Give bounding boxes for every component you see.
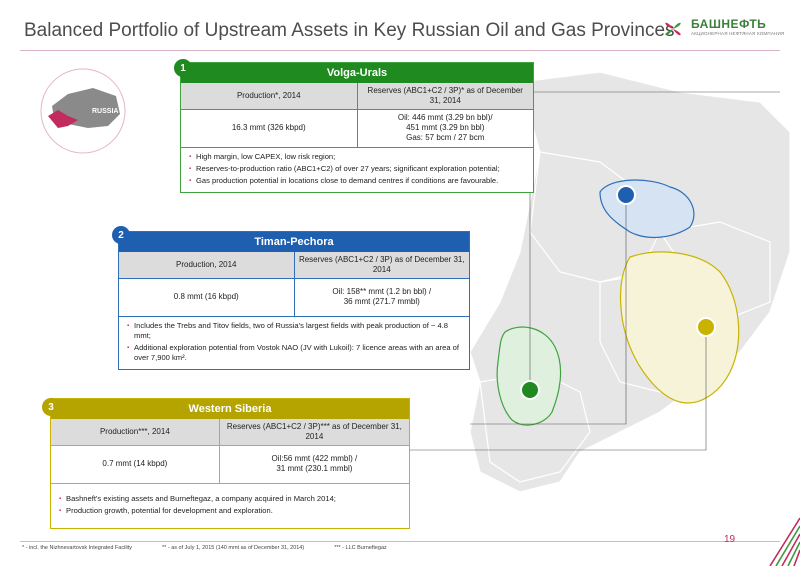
bullet-item: Bashneft's existing assets and Burnefteg… [59, 494, 401, 504]
volga-urals-card: Volga-Urals Production*, 2014 Reserves (… [180, 62, 534, 193]
timan-pechora-reserves-header: Reserves (ABC1+C2 / 3P) as of December 3… [294, 252, 469, 279]
western-siberia-reserves-header: Reserves (ABC1+C2 / 3P)*** as of Decembe… [219, 419, 409, 446]
volga-urals-production-value: 16.3 mmt (326 kbpd) [181, 109, 358, 148]
bullet-item: Includes the Trebs and Titov fields, two… [127, 321, 461, 341]
volga-urals-reserves-value: Oil: 446 mmt (3.29 bn bbl)/ 451 mmt (3.2… [357, 109, 533, 148]
bullet-item: Gas production potential in locations cl… [189, 176, 525, 186]
volga-urals-reserves-line: 451 mmt (3.29 bn bbl) [406, 123, 485, 132]
region-number-badge: 2 [112, 226, 130, 244]
volga-urals-marker [520, 380, 540, 400]
footer-divider [20, 541, 780, 542]
western-siberia-title: Western Siberia [51, 399, 409, 419]
bullet-item: Production growth, potential for develop… [59, 506, 401, 516]
logo-emblem-icon [665, 22, 681, 36]
timan-pechora-reserves-value: Oil: 158** mmt (1.2 bn bbl) / 36 mmt (27… [294, 278, 469, 317]
company-logo: БАШНЕФТЬ АКЦИОНЕРНАЯ НЕФТЯНАЯ КОМПАНИЯ [658, 16, 788, 42]
bullet-item: Additional exploration potential from Vo… [127, 343, 461, 363]
volga-urals-region [496, 326, 562, 426]
western-siberia-bullets: Bashneft's existing assets and Burnefteg… [51, 484, 409, 528]
western-siberia-reserves-value: Oil:56 mmt (422 mmbl) / 31 mmt (230.1 mm… [219, 445, 409, 484]
western-siberia-reserves-line: Oil:56 mmt (422 mmbl) / [271, 454, 358, 463]
timan-pechora-title: Timan-Pechora [119, 232, 469, 252]
western-siberia-card: Western Siberia Production***, 2014 Rese… [50, 398, 410, 529]
timan-pechora-marker [616, 185, 636, 205]
western-siberia-production-header: Production***, 2014 [51, 419, 220, 446]
volga-urals-bullets: High margin, low CAPEX, low risk region;… [181, 148, 533, 192]
russia-globe-inset: RUSSIA [40, 68, 126, 154]
globe-label: RUSSIA [92, 108, 118, 115]
region-number-badge: 1 [174, 59, 192, 77]
page-title: Balanced Portfolio of Upstream Assets in… [24, 20, 675, 41]
timan-pechora-production-header: Production, 2014 [119, 252, 295, 279]
bullet-item: High margin, low CAPEX, low risk region; [189, 152, 525, 162]
footnote: ** - as of July 1, 2015 (140 mmt as of D… [162, 545, 305, 551]
timan-pechora-bullets: Includes the Trebs and Titov fields, two… [119, 317, 469, 369]
volga-urals-title: Volga-Urals [181, 63, 533, 83]
volga-urals-reserves-line: Oil: 446 mmt (3.29 bn bbl)/ [397, 113, 493, 122]
decorative-corner-icon [769, 517, 800, 566]
western-siberia-production-value: 0.7 mmt (14 kbpd) [51, 445, 220, 484]
title-divider [20, 50, 780, 51]
region-number-badge: 3 [42, 398, 60, 416]
timan-pechora-reserves-line: Oil: 158** mmt (1.2 bn bbl) / [332, 287, 432, 296]
logo-name: БАШНЕФТЬ [691, 17, 767, 31]
footnote: *** - LLC Burneftegaz [334, 545, 387, 551]
logo-tagline: АКЦИОНЕРНАЯ НЕФТЯНАЯ КОМПАНИЯ [691, 31, 785, 36]
western-siberia-reserves-line: 31 mmt (230.1 mmbl) [276, 464, 353, 473]
timan-pechora-production-value: 0.8 mmt (16 kbpd) [119, 278, 295, 317]
timan-pechora-reserves-line: 36 mmt (271.7 mmbl) [343, 297, 420, 306]
page-number: 19 [724, 534, 736, 545]
bullet-item: Reserves-to-production ratio (ABC1+C2) o… [189, 164, 525, 174]
footnotes: * - incl. the Nizhnevartovsk Integrated … [22, 545, 387, 551]
volga-urals-reserves-header: Reserves (ABC1+C2 / 3P)* as of December … [357, 83, 533, 110]
volga-urals-production-header: Production*, 2014 [181, 83, 358, 110]
footnote: * - incl. the Nizhnevartovsk Integrated … [22, 545, 133, 551]
timan-pechora-card: Timan-Pechora Production, 2014 Reserves … [118, 231, 470, 370]
western-siberia-marker [696, 317, 716, 337]
volga-urals-reserves-line: Gas: 57 bcm / 27 bcm [406, 133, 485, 142]
